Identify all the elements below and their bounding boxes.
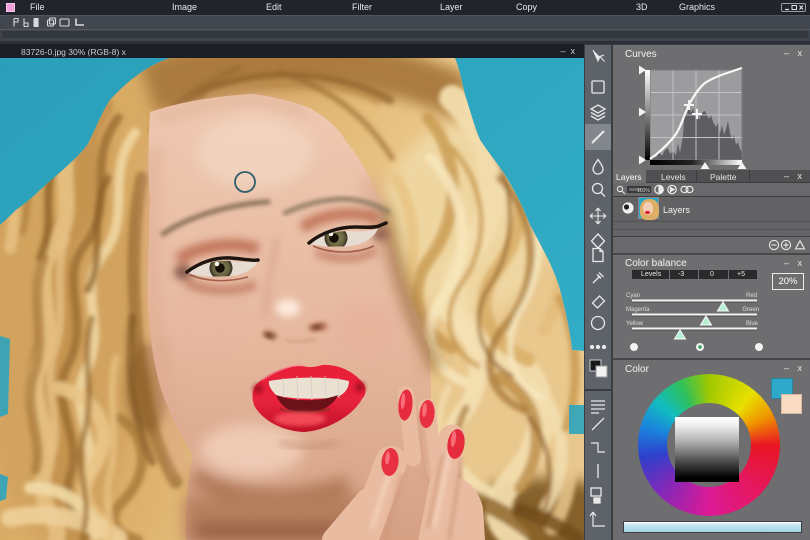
svg-text:Blue: Blue [746,321,759,327]
svg-text:Magenta: Magenta [626,307,650,313]
svg-text:Green: Green [742,307,759,313]
svg-text:Red: Red [746,293,757,299]
svg-text:Cyan: Cyan [626,293,640,299]
svg-text:Yellow: Yellow [626,321,644,327]
svg-text:100%: 100% [637,188,650,194]
